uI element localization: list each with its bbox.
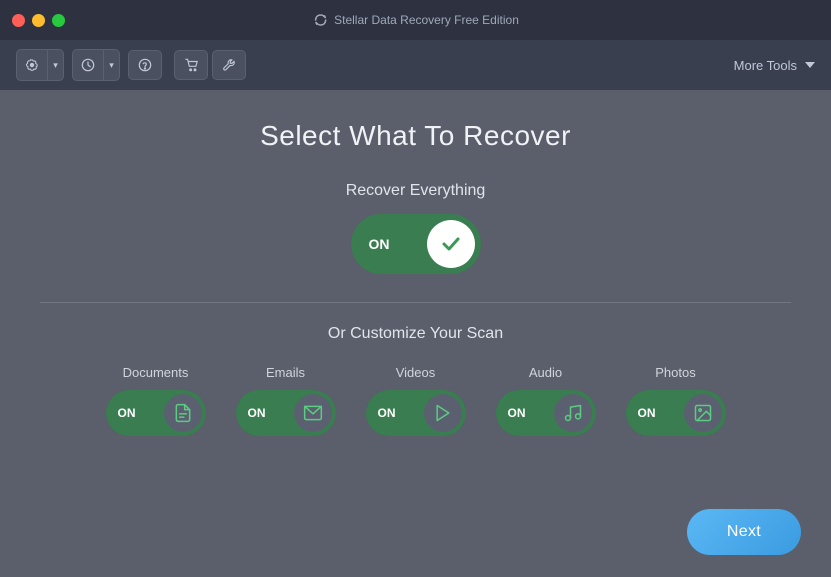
settings-button-group[interactable]: ▾ xyxy=(16,49,64,81)
app-logo-icon xyxy=(312,12,328,28)
audio-category: Audio ON xyxy=(496,365,596,436)
toolbar: ▾ ▾ xyxy=(0,40,831,90)
help-button[interactable] xyxy=(128,50,162,80)
app-title: Stellar Data Recovery Free Edition xyxy=(334,13,519,27)
photos-toggle[interactable]: ON xyxy=(626,390,726,436)
audio-toggle-knob xyxy=(554,394,592,432)
clock-icon xyxy=(81,58,95,72)
videos-category: Videos ON xyxy=(366,365,466,436)
audio-label: Audio xyxy=(529,365,562,380)
minimize-button[interactable] xyxy=(32,14,45,27)
audio-toggle-label: ON xyxy=(508,406,526,420)
toolbar-left-buttons: ▾ ▾ xyxy=(16,49,246,81)
documents-category: Documents ON xyxy=(106,365,206,436)
emails-category: Emails ON xyxy=(236,365,336,436)
app-title-area: Stellar Data Recovery Free Edition xyxy=(312,12,519,28)
documents-toggle-knob xyxy=(164,394,202,432)
photos-toggle-knob xyxy=(684,394,722,432)
categories-row: Documents ON Emails ON xyxy=(40,365,791,436)
next-button[interactable]: Next xyxy=(687,509,801,555)
email-icon xyxy=(303,403,323,423)
settings-dropdown-arrow[interactable]: ▾ xyxy=(47,50,63,80)
photos-label: Photos xyxy=(655,365,695,380)
emails-toggle[interactable]: ON xyxy=(236,390,336,436)
cart-button[interactable] xyxy=(174,50,208,80)
emails-label: Emails xyxy=(266,365,305,380)
traffic-lights xyxy=(12,14,65,27)
more-tools-button[interactable]: More Tools xyxy=(734,58,815,73)
history-dropdown-arrow[interactable]: ▾ xyxy=(103,50,119,80)
recover-everything-toggle[interactable]: ON xyxy=(351,214,481,274)
main-content: Select What To Recover Recover Everythin… xyxy=(0,90,831,456)
documents-label: Documents xyxy=(123,365,189,380)
close-button[interactable] xyxy=(12,14,25,27)
wrench-button[interactable] xyxy=(212,50,246,80)
big-toggle-on-label: ON xyxy=(369,236,390,252)
photos-category: Photos ON xyxy=(626,365,726,436)
help-icon xyxy=(138,58,152,72)
more-tools-chevron-icon xyxy=(805,60,815,70)
emails-toggle-knob xyxy=(294,394,332,432)
photos-icon xyxy=(693,403,713,423)
history-button[interactable] xyxy=(73,50,103,80)
history-button-group[interactable]: ▾ xyxy=(72,49,120,81)
documents-toggle[interactable]: ON xyxy=(106,390,206,436)
videos-label: Videos xyxy=(396,365,436,380)
cart-icon xyxy=(184,58,199,72)
section-divider xyxy=(40,302,791,303)
settings-button[interactable] xyxy=(17,50,47,80)
gear-icon xyxy=(25,58,39,72)
checkmark-icon xyxy=(439,232,463,256)
recover-everything-label: Recover Everything xyxy=(346,182,486,200)
page-title: Select What To Recover xyxy=(260,120,571,152)
documents-toggle-label: ON xyxy=(118,406,136,420)
document-icon xyxy=(173,403,193,423)
video-icon xyxy=(433,403,453,423)
big-toggle-knob xyxy=(427,220,475,268)
maximize-button[interactable] xyxy=(52,14,65,27)
title-bar: Stellar Data Recovery Free Edition xyxy=(0,0,831,40)
videos-toggle-knob xyxy=(424,394,462,432)
wrench-icon xyxy=(222,58,236,72)
emails-toggle-label: ON xyxy=(248,406,266,420)
audio-icon xyxy=(563,403,583,423)
audio-toggle[interactable]: ON xyxy=(496,390,596,436)
customize-scan-label: Or Customize Your Scan xyxy=(328,325,503,343)
videos-toggle[interactable]: ON xyxy=(366,390,466,436)
photos-toggle-label: ON xyxy=(638,406,656,420)
videos-toggle-label: ON xyxy=(378,406,396,420)
